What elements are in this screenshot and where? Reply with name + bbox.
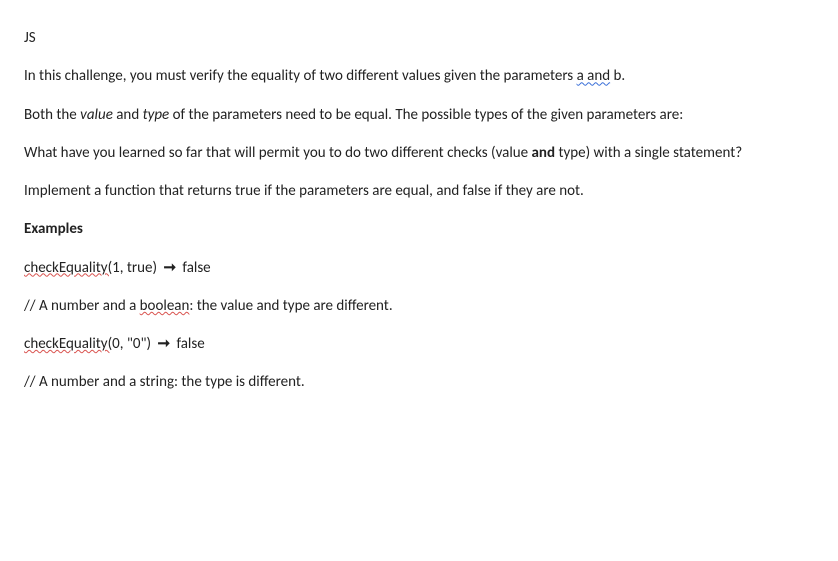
text: What have you learned so far that will p… [24, 144, 532, 162]
title: JS [24, 28, 814, 48]
arrow-icon: ➞ [154, 335, 173, 353]
spell-error-checkequality: checkEquality( [24, 335, 112, 353]
spell-error-checkequality: checkEquality( [24, 259, 112, 277]
text: of the parameters need to be equal. The … [169, 106, 683, 124]
bold-and: and [532, 144, 556, 162]
text: and [113, 106, 143, 124]
result-text: false [173, 335, 205, 353]
text: 1, true) [112, 259, 160, 277]
text: : the value and type are different. [189, 297, 392, 315]
result-text: false [179, 259, 211, 277]
paragraph-implement: Implement a function that returns true i… [24, 181, 814, 201]
paragraph-value-type: Both the value and type of the parameter… [24, 105, 814, 125]
text: b. [610, 67, 625, 85]
spell-error-boolean: boolean [140, 297, 190, 315]
text: In this challenge, you must verify the e… [24, 67, 577, 85]
examples-heading: Examples [24, 219, 814, 239]
paragraph-intro: In this challenge, you must verify the e… [24, 66, 814, 86]
comment-2: // A number and a string: the type is di… [24, 372, 814, 392]
paragraph-question: What have you learned so far that will p… [24, 143, 814, 163]
text: Both the [24, 106, 80, 124]
example-1: checkEquality(1, true) ➞ false [24, 258, 814, 278]
text: type) with a single statement? [555, 144, 742, 162]
example-2: checkEquality(0, "0") ➞ false [24, 334, 814, 354]
italic-value: value [80, 106, 113, 124]
comment-1: // A number and a boolean: the value and… [24, 296, 814, 316]
italic-type: type [143, 106, 170, 124]
text: // A number and a [24, 297, 140, 315]
grammar-error-a-and: a and [577, 67, 611, 85]
text: 0, "0") [112, 335, 154, 353]
arrow-icon: ➞ [160, 259, 179, 277]
